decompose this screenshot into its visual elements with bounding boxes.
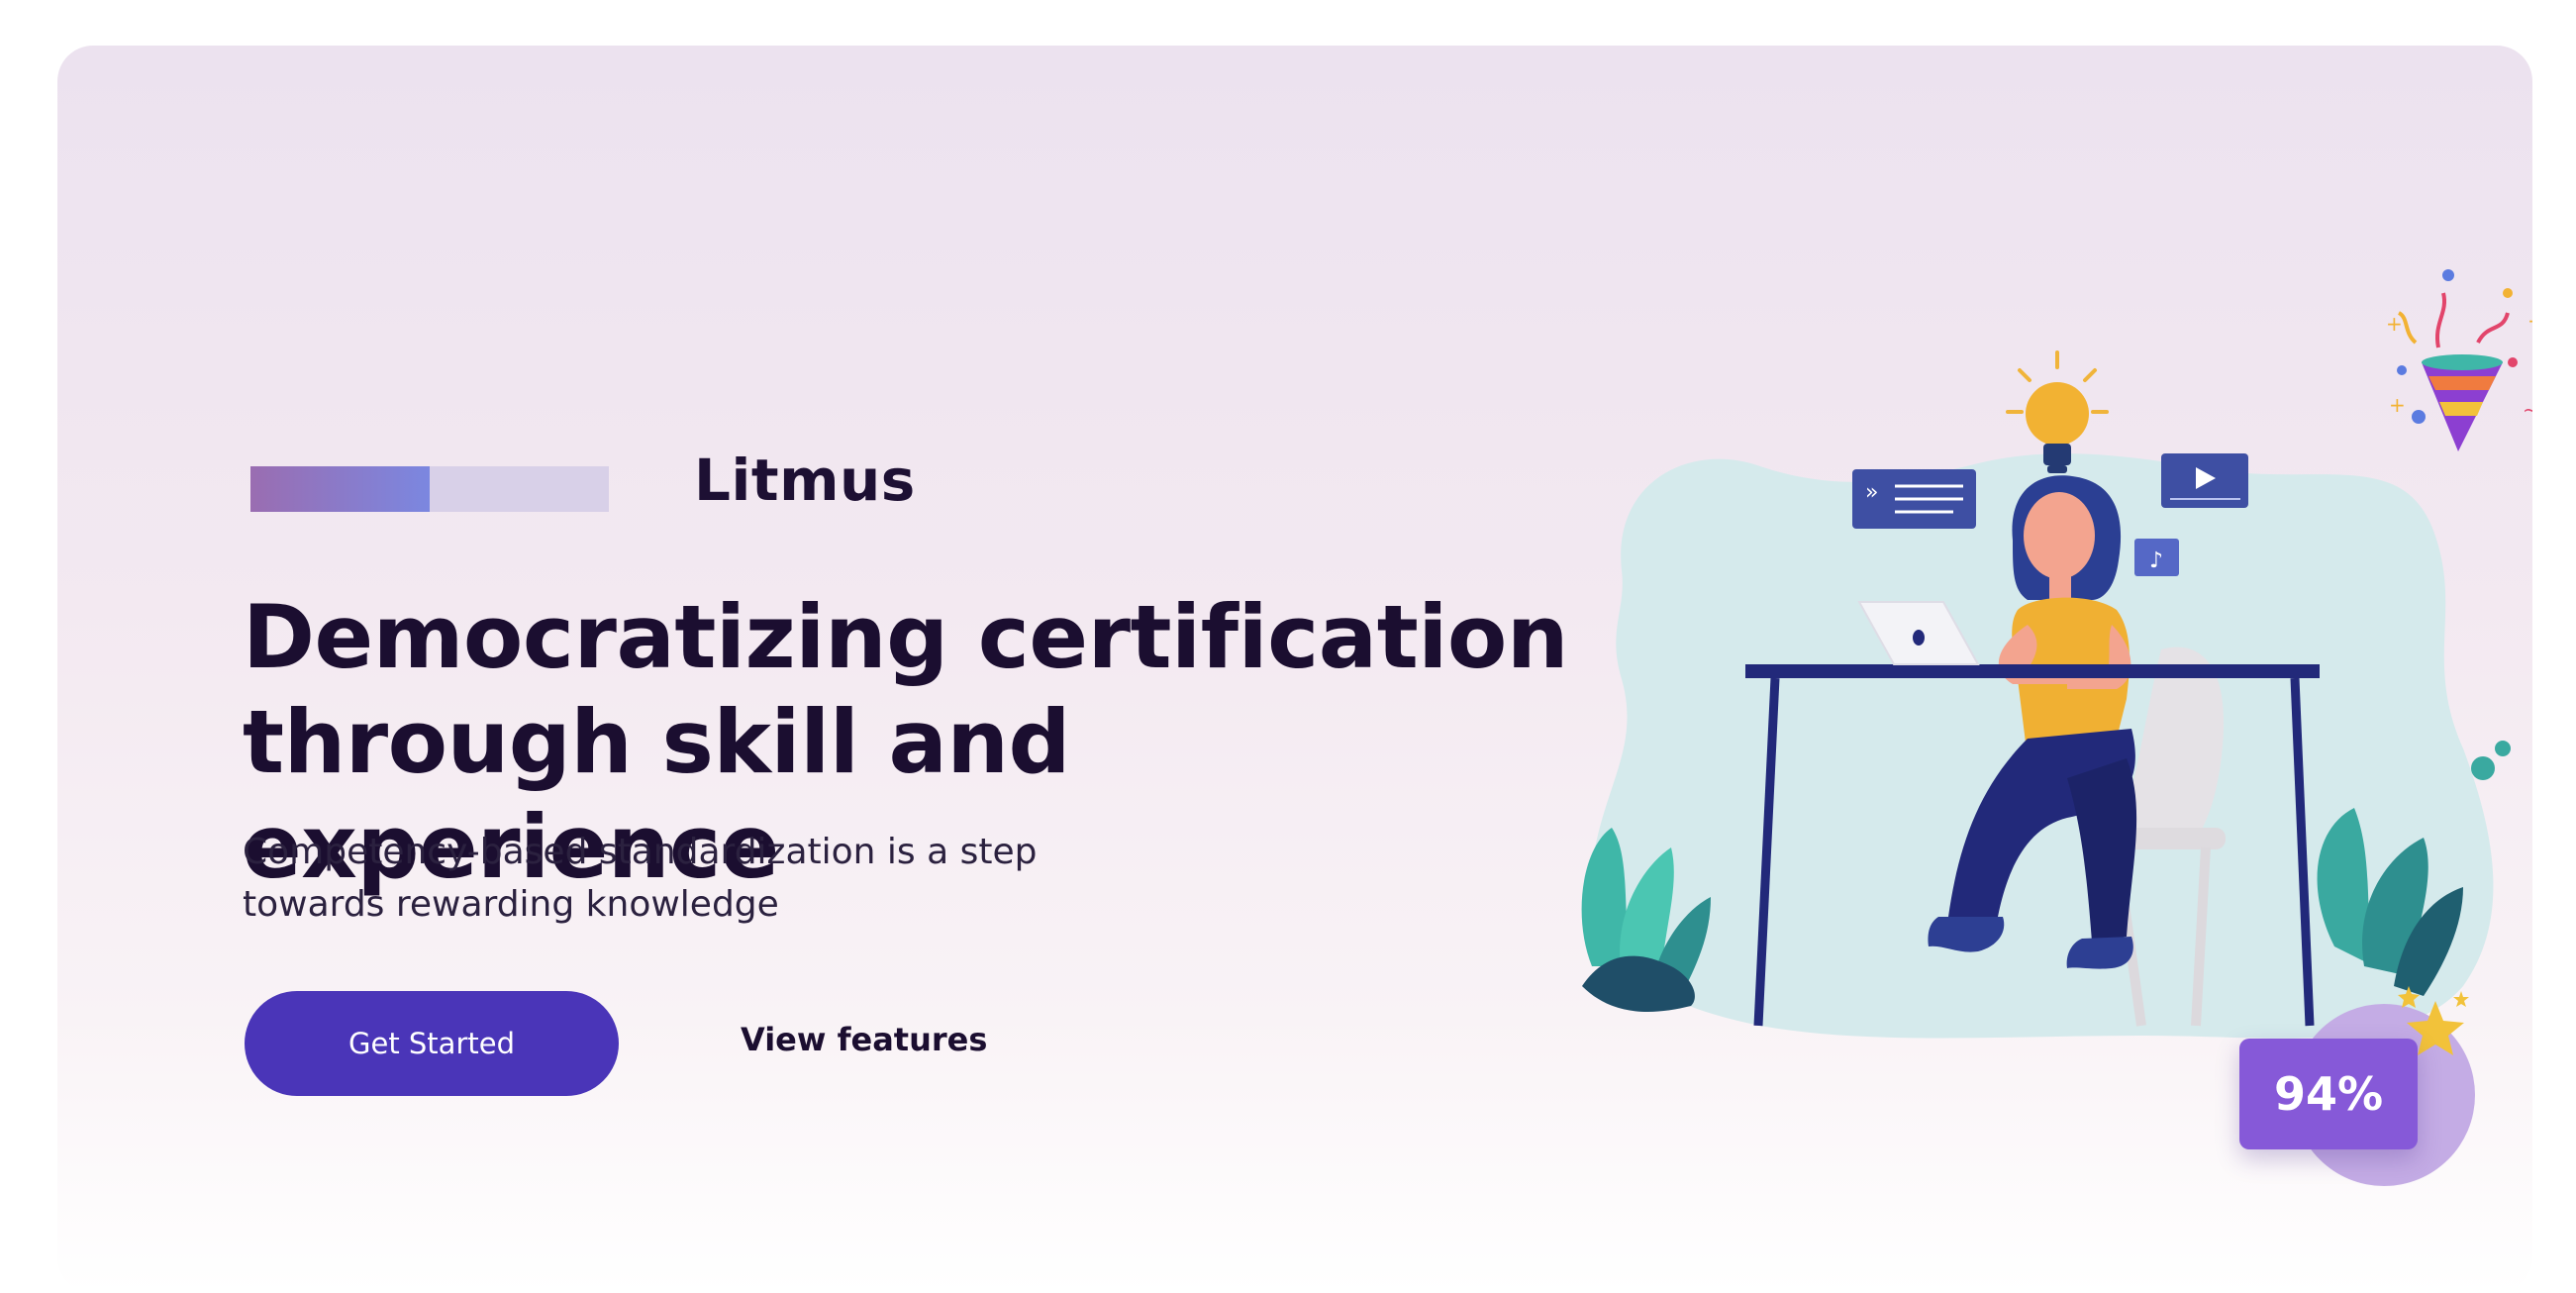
svg-text:+: + <box>2386 312 2403 336</box>
get-started-button[interactable]: Get Started <box>245 991 619 1096</box>
hero-subtitle: Competency-based standardization is a st… <box>243 826 1114 931</box>
party-popper-icon: + + + ~ <box>2386 269 2532 451</box>
headline-line-1: Democratizing certification <box>243 586 1569 688</box>
subtitle-line-1: Competency-based standardization is a st… <box>243 832 1038 872</box>
chat-bubble-icon: » <box>1852 469 1976 529</box>
video-play-icon <box>2161 453 2248 508</box>
brand-progress-bar <box>250 466 609 512</box>
brand-name: Litmus <box>694 447 916 514</box>
view-features-link[interactable]: View features <box>741 1021 987 1058</box>
svg-text:~: ~ <box>2523 398 2532 422</box>
svg-text:+: + <box>2389 393 2406 417</box>
svg-text:+: + <box>2527 309 2532 333</box>
subtitle-line-2: towards rewarding knowledge <box>243 884 779 925</box>
svg-text:»: » <box>1865 480 1878 505</box>
music-note-icon: ♪ <box>2134 539 2179 576</box>
hero-section: Litmus Democratizing certification throu… <box>57 46 2532 1293</box>
svg-text:♪: ♪ <box>2149 548 2163 573</box>
score-badge: 94% <box>2239 1039 2418 1149</box>
brand-progress-fill <box>250 466 430 512</box>
